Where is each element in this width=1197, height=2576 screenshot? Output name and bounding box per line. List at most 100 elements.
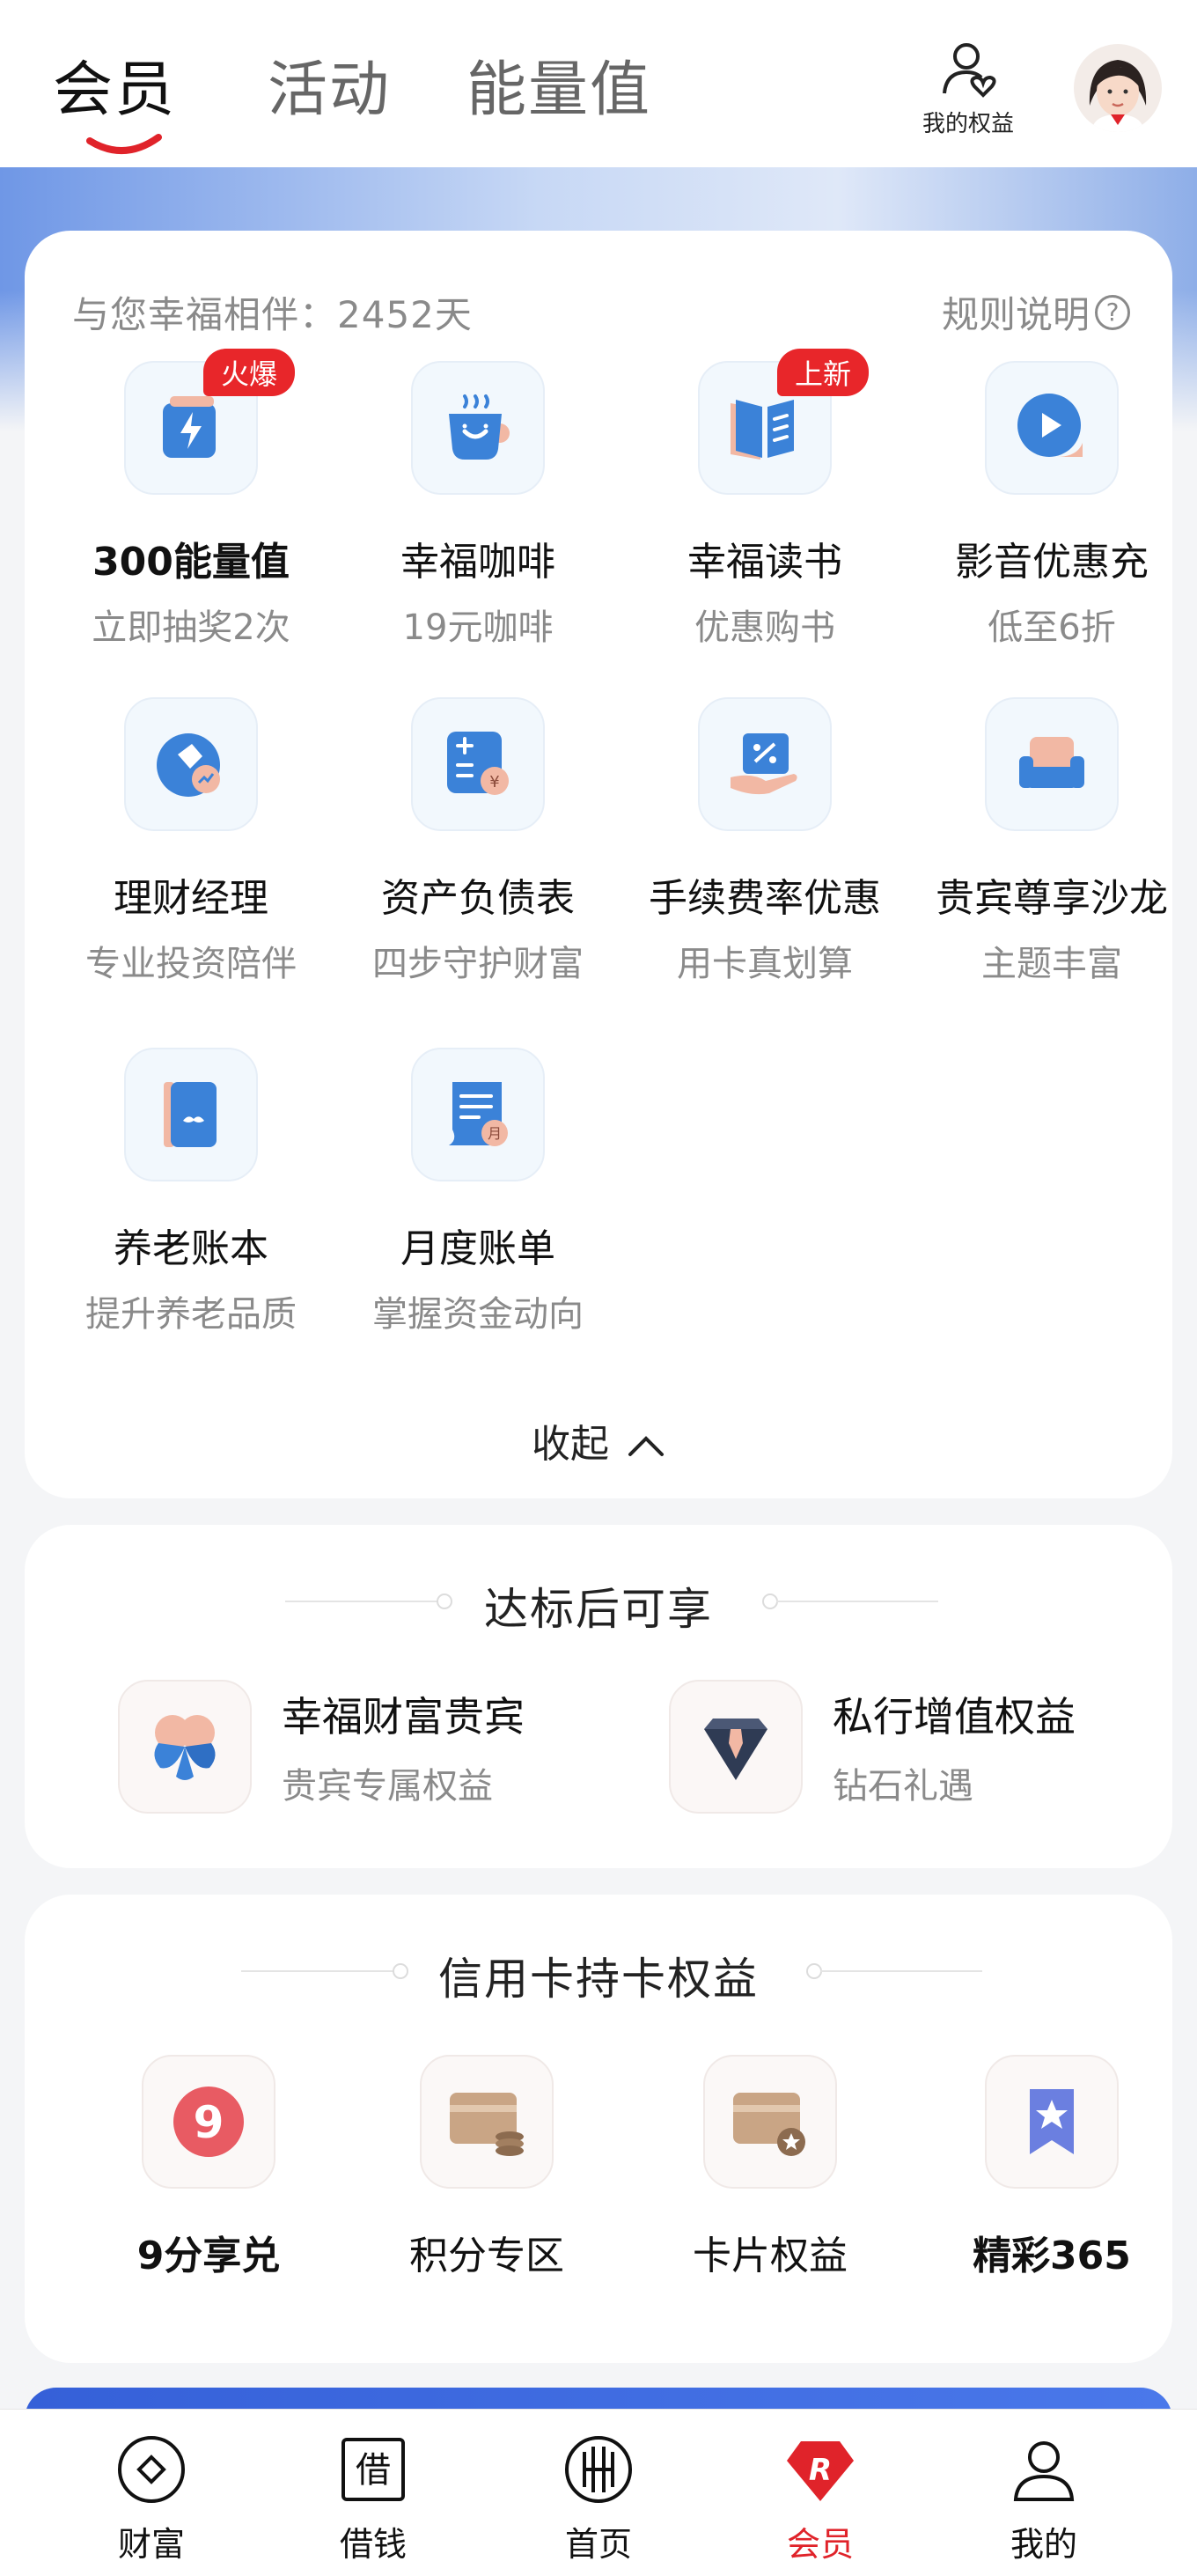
item-title: 资产负债表: [381, 876, 575, 921]
discount-ticket-icon: [731, 733, 797, 795]
item-sub: 低至6折: [988, 607, 1116, 648]
rules-link[interactable]: 规则说明 ?: [942, 285, 1130, 339]
cc-icon-box: [420, 2055, 554, 2189]
nav-home[interactable]: 首页: [528, 2432, 669, 2565]
cc-item-nine-points[interactable]: 9 9分享兑: [65, 2055, 352, 2280]
grid-item-media[interactable]: 影音优惠充 低至6折: [908, 361, 1195, 650]
item-sub: 用卡真划算: [677, 944, 853, 984]
nav-borrow[interactable]: 借 借钱: [303, 2432, 444, 2565]
nine-icon: 9: [173, 2087, 244, 2157]
cc-item-points-zone[interactable]: 积分专区: [343, 2055, 630, 2280]
nav-label: 会员: [786, 2525, 854, 2564]
collapse-button[interactable]: 收起: [25, 1412, 1172, 1468]
grid-item-salon[interactable]: 贵宾尊享沙龙 主题丰富: [908, 697, 1195, 986]
ledger-icon: [164, 1082, 217, 1147]
svg-text:¥: ¥: [489, 773, 499, 791]
home-icon: [565, 2436, 632, 2503]
coffee-cup-icon: [449, 394, 510, 460]
pension-icon-box: [124, 1048, 258, 1181]
avatar-image: [1074, 44, 1162, 132]
cc-icon-box: 9: [142, 2055, 275, 2189]
grid-item-balance-sheet[interactable]: ¥ 资产负债表 四步守护财富: [334, 697, 621, 986]
wealth-icon: [118, 2436, 185, 2503]
item-title: 手续费率优惠: [649, 876, 881, 921]
clover-icon: [154, 1715, 216, 1780]
grid-item-reading[interactable]: 上新 幸福读书 优惠购书: [621, 349, 908, 650]
item-title: 影音优惠充: [955, 540, 1149, 585]
nine-icon-text: 9: [194, 2097, 224, 2148]
fee-discount-icon-box: [698, 697, 832, 831]
item-sub: 19元咖啡: [402, 607, 554, 648]
lightning-icon: [163, 396, 216, 458]
active-tab-underline: [86, 134, 162, 154]
my-benefits-button[interactable]: 我的权益: [907, 39, 1030, 138]
profile-icon: [1013, 2441, 1075, 2501]
advisor-icon-box: [124, 697, 258, 831]
borrow-icon-text: 借: [356, 2450, 391, 2491]
item-title: 300能量值: [92, 540, 290, 585]
item-title: 幸福咖啡: [400, 540, 555, 585]
bookmark-star-icon: [1030, 2089, 1074, 2154]
item-title: 精彩365: [973, 2234, 1131, 2278]
badge-hot: 火爆: [202, 349, 295, 396]
perk-sub: 贵宾专属权益: [282, 1766, 493, 1807]
monthly-bill-icon-box: 月: [411, 1048, 545, 1181]
coffee-icon-box: [411, 361, 545, 495]
diamond-tie-icon: [704, 1719, 767, 1780]
grid-item-monthly-bill[interactable]: 月 月度账单 掌握资金动向: [334, 1048, 621, 1336]
grid-item-fee-discount[interactable]: 手续费率优惠 用卡真划算: [621, 697, 908, 986]
item-title: 幸福读书: [687, 540, 842, 585]
grid-item-coffee[interactable]: 幸福咖啡 19元咖啡: [334, 361, 621, 650]
grid-item-advisor[interactable]: 理财经理 专业投资陪伴: [48, 697, 334, 986]
person-heart-icon: [943, 43, 996, 98]
item-title: 理财经理: [114, 876, 268, 921]
perk-title: 幸福财富贵宾: [282, 1693, 525, 1741]
chevron-up-icon: [628, 1436, 664, 1456]
energy-icon-box: 火爆: [124, 349, 295, 495]
tab-energy[interactable]: 能量值: [466, 40, 651, 128]
monthly-bill-icon: 月: [449, 1082, 508, 1146]
item-title: 月度账单: [400, 1226, 555, 1271]
top-bar: 会员 活动 能量值 我的权益: [0, 0, 1197, 167]
perk-icon-box: [669, 1680, 803, 1814]
perk-private-banking[interactable]: 私行增值权益 钻石礼遇: [669, 1680, 1076, 1814]
points-card-icon: [450, 2093, 524, 2156]
nav-wealth[interactable]: 财富: [81, 2432, 222, 2565]
tab-member[interactable]: 会员: [53, 40, 176, 128]
help-icon: ?: [1095, 294, 1130, 330]
item-title: 积分专区: [409, 2234, 564, 2278]
grid-item-pension[interactable]: 养老账本 提升养老品质: [48, 1048, 334, 1336]
nav-label: 财富: [117, 2525, 185, 2564]
cc-item-card-benefits[interactable]: 卡片权益: [627, 2055, 914, 2280]
tab-activity[interactable]: 活动: [268, 40, 391, 128]
item-sub: 专业投资陪伴: [85, 944, 297, 984]
nav-label: 借钱: [339, 2525, 407, 2564]
calculator-icon: ¥: [447, 732, 509, 795]
service-avatar[interactable]: [1074, 44, 1162, 132]
book-icon-box: 上新: [698, 349, 869, 495]
nav-profile[interactable]: 我的: [973, 2432, 1114, 2565]
section-title: 达标后可享: [484, 1584, 713, 1635]
grid-item-energy[interactable]: 火爆 300能量值 立即抽奖2次: [48, 349, 334, 650]
member-icon: R: [787, 2441, 854, 2501]
balance-sheet-icon-box: ¥: [411, 697, 545, 831]
cc-icon-box: [985, 2055, 1119, 2189]
perk-title: 私行增值权益: [833, 1693, 1076, 1741]
divider-line: [776, 1601, 938, 1602]
item-sub: 掌握资金动向: [372, 1294, 584, 1335]
rules-label: 规则说明: [941, 293, 1090, 336]
member-icon-text: R: [809, 2453, 832, 2488]
item-title: 贵宾尊享沙龙: [936, 876, 1168, 921]
perk-icon-box: [118, 1680, 252, 1814]
cc-item-365[interactable]: 精彩365: [908, 2055, 1195, 2280]
companion-days-text: 与您幸福相伴：2452天: [72, 293, 473, 336]
item-title: 卡片权益: [693, 2234, 848, 2278]
badge-new: 上新: [776, 349, 869, 396]
perk-wealth-vip[interactable]: 幸福财富贵宾 贵宾专属权益: [118, 1680, 525, 1814]
book-icon: [731, 400, 794, 460]
item-title: 养老账本: [114, 1226, 268, 1271]
advisor-icon: [157, 733, 220, 797]
nav-member[interactable]: R 会员: [750, 2432, 891, 2565]
section-title: 信用卡持卡权益: [438, 1954, 759, 2005]
collapse-label: 收起: [532, 1422, 609, 1467]
